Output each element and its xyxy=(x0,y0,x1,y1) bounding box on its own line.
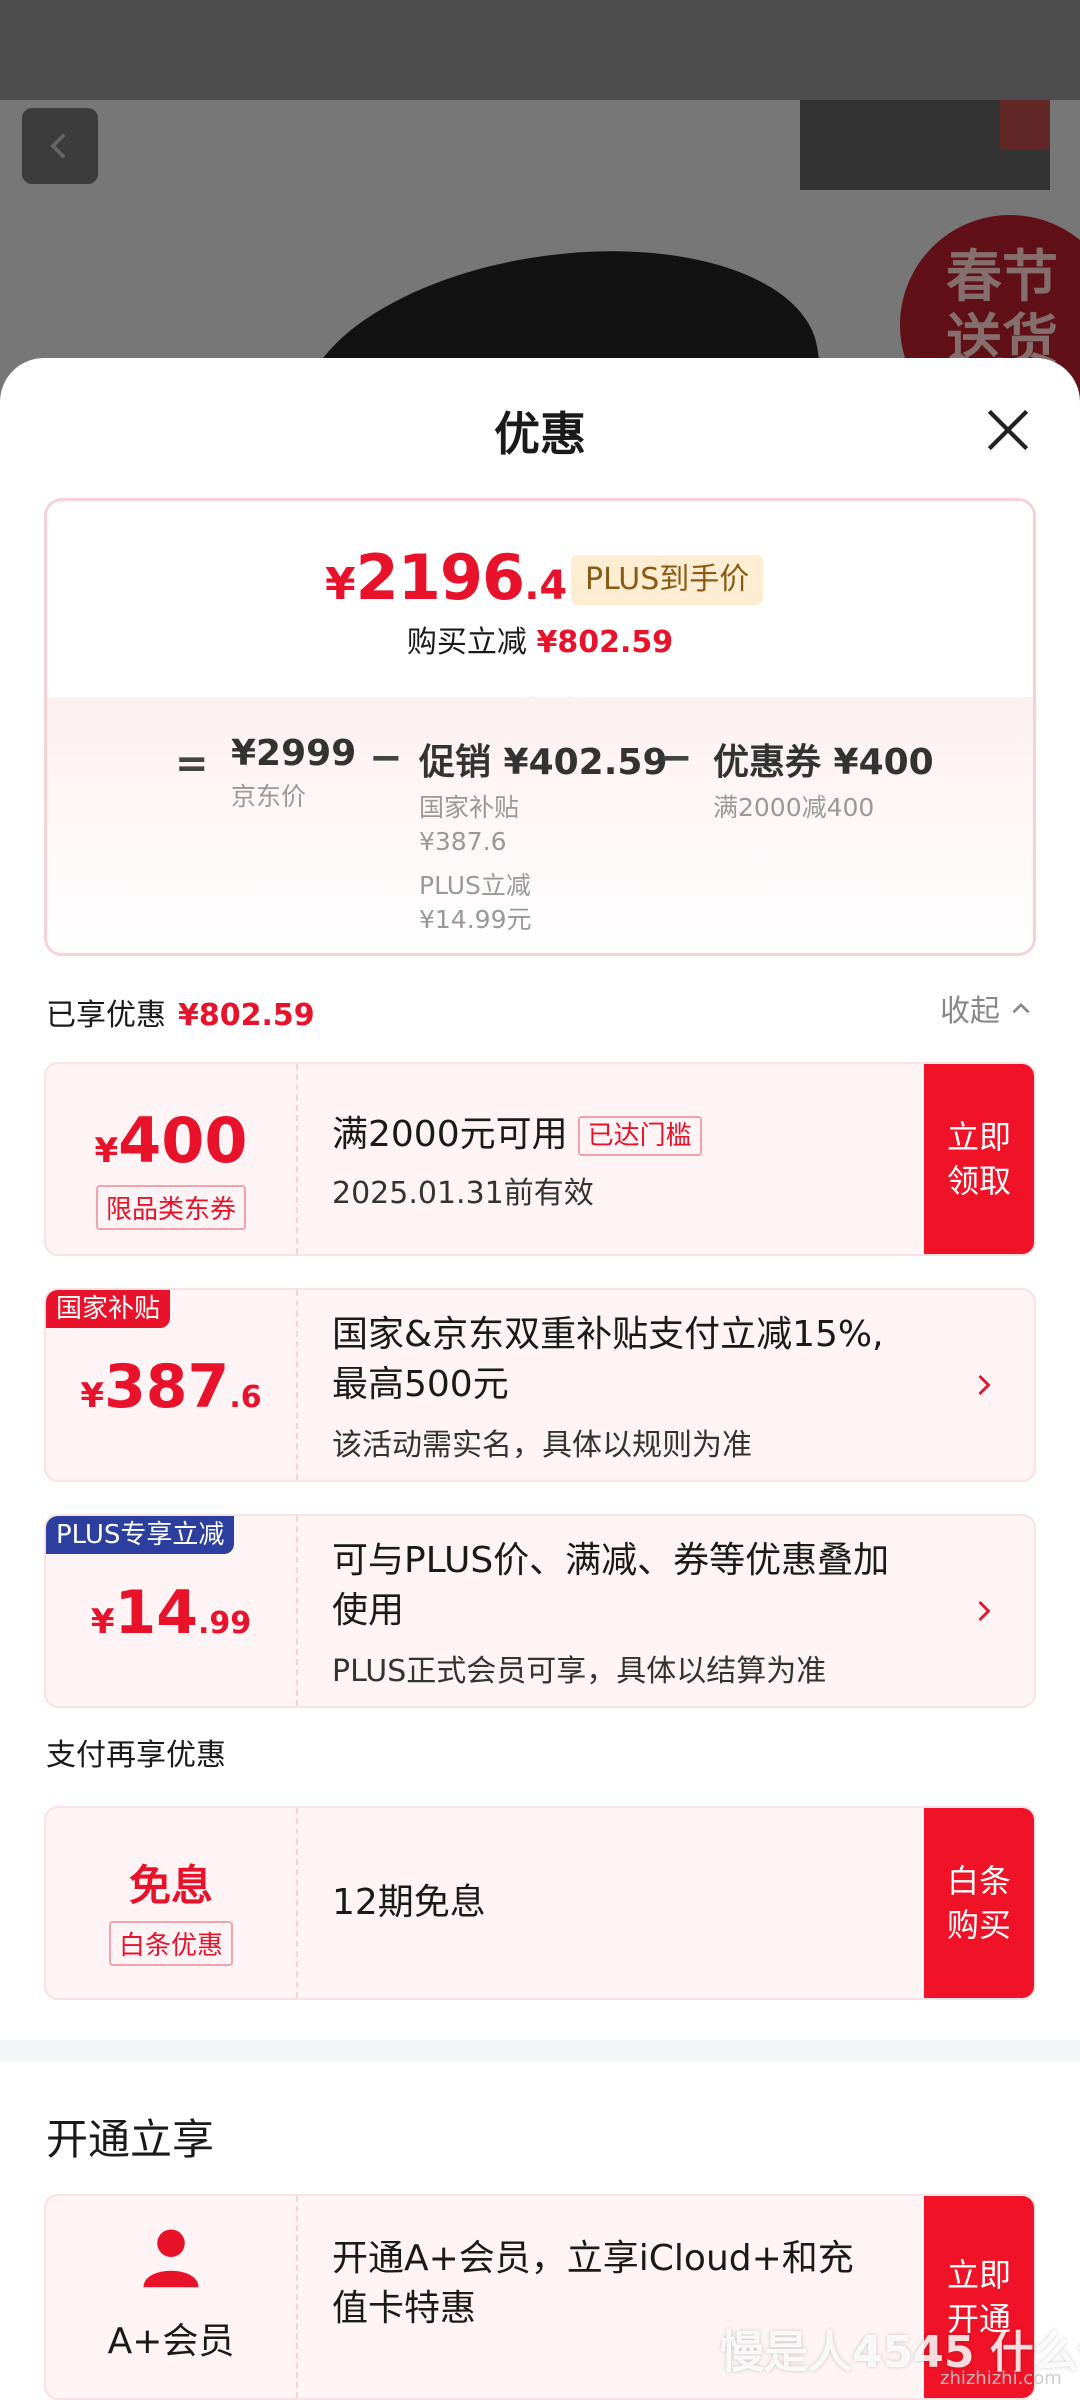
watermark-site: zhizhizhi.com xyxy=(940,2368,1062,2389)
collapse-button[interactable]: 收起 xyxy=(940,986,1034,1030)
plus-discount-label: PLUS立减 xyxy=(419,871,531,900)
subsidy-amount: ¥387.6 xyxy=(46,1352,296,1422)
promo-value: 促销 ¥402.59 xyxy=(419,742,668,783)
currency-symbol: ¥ xyxy=(325,559,356,610)
saving-value: ¥802.59 xyxy=(536,625,674,660)
plus-amount: ¥14.99 xyxy=(46,1578,296,1648)
jd-price-column: ¥2999 京东价 xyxy=(231,733,356,814)
subsidy-title-line2: 最高500元 xyxy=(332,1364,509,1405)
person-icon xyxy=(143,2229,199,2288)
coupon-left: ¥400 限品类东券 xyxy=(46,1064,296,1254)
minus-sign: − xyxy=(659,735,693,781)
coupon-label: 满2000减400 xyxy=(713,793,875,822)
subsidy-title-line1: 国家&京东双重补贴支付立减15%, xyxy=(332,1314,884,1355)
saving-label: 购买立减 xyxy=(406,625,527,660)
baitiao-card: 免息 白条优惠 12期免息 白条 购买 xyxy=(44,1806,1036,2000)
price-integer: 2196 xyxy=(355,541,526,614)
coupon-column: 优惠券 ¥400 满2000减400 xyxy=(713,733,934,825)
subsidy-label: 国家补贴 xyxy=(419,793,520,822)
coupon-expiry: 2025.01.31前有效 xyxy=(332,1176,594,1211)
subsidy-note: 该活动需实名，具体以规则为准 xyxy=(332,1428,752,1463)
coupon-value: 优惠券 ¥400 xyxy=(713,742,934,783)
currency-symbol: ¥ xyxy=(94,1131,119,1171)
plus-discount-value: ¥14.99元 xyxy=(419,905,532,934)
chevron-right-icon xyxy=(978,1601,991,1621)
final-price: ¥2196.41 xyxy=(325,541,595,614)
baitiao-tag: 白条优惠 xyxy=(108,1921,233,1966)
chevron-up-icon xyxy=(1012,1002,1030,1014)
equals-sign: = xyxy=(175,741,209,787)
coupon-type-tag: 限品类东券 xyxy=(95,1185,246,1230)
amount-decimal: .6 xyxy=(229,1380,262,1415)
amount-decimal: .99 xyxy=(198,1606,252,1641)
plus-title-line2: 使用 xyxy=(332,1590,405,1631)
summary-header: ¥2196.41 PLUS到手价 购买立减 ¥802.59 xyxy=(47,501,1033,697)
plus-title: 可与PLUS价、满减、券等优惠叠加 使用 xyxy=(332,1536,889,1636)
coupon-card: ¥400 限品类东券 满2000元可用 已达门槛 2025.01.31前有效 立即… xyxy=(44,1062,1036,1256)
plus-title-line1: 可与PLUS价、满减、券等优惠叠加 xyxy=(332,1540,890,1581)
promo-sub: 国家补贴 ¥387.6 PLUS立减 ¥14.99元 xyxy=(419,791,668,937)
claim-button[interactable]: 立即 领取 xyxy=(924,1064,1034,1254)
plus-left: ¥14.99 xyxy=(46,1516,296,1706)
divider xyxy=(296,1290,298,1480)
subsidy-value: ¥387.6 xyxy=(419,827,507,856)
divider xyxy=(296,1064,298,1254)
divider xyxy=(296,1516,298,1706)
plus-price-tag: PLUS到手价 xyxy=(571,555,764,605)
collapse-label: 收起 xyxy=(940,994,1000,1029)
open-section-title: 开通立享 xyxy=(46,2115,215,2164)
enjoyed-label: 已享优惠 xyxy=(46,998,166,1033)
plus-note: PLUS正式会员可享，具体以结算为准 xyxy=(332,1654,827,1689)
jd-price-label: 京东价 xyxy=(231,782,307,811)
minus-sign: − xyxy=(369,735,403,781)
close-button[interactable] xyxy=(980,402,1036,458)
pay-section-title: 支付再享优惠 xyxy=(46,1738,226,1773)
enjoyed-discount: 已享优惠 ¥802.59 xyxy=(46,990,315,1034)
discount-sheet: 优惠 ¥2196.41 PLUS到手价 购买立减 ¥802.59 = ¥2999… xyxy=(0,358,1080,2400)
saving-line: 购买立减 ¥802.59 xyxy=(47,617,1033,661)
section-separator xyxy=(0,2040,1080,2062)
member-left: A+会员 xyxy=(46,2224,296,2364)
interest-free-label: 免息 xyxy=(128,1861,213,1910)
promo-column: 促销 ¥402.59 国家补贴 ¥387.6 PLUS立减 ¥14.99元 xyxy=(419,733,668,937)
amount-value: 400 xyxy=(118,1104,248,1177)
amount-value: 14 xyxy=(114,1578,199,1648)
subsidy-left: ¥387.6 xyxy=(46,1290,296,1480)
jd-price-value: ¥2999 xyxy=(231,733,357,774)
baitiao-buy-button[interactable]: 白条 购买 xyxy=(924,1808,1034,1998)
coupon-amount: ¥400 xyxy=(46,1104,296,1177)
threshold-reached-badge: 已达门槛 xyxy=(577,1116,702,1156)
currency-symbol: ¥ xyxy=(90,1602,115,1642)
coupon-title: 满2000元可用 已达门槛 xyxy=(332,1110,702,1160)
chevron-right-icon xyxy=(978,1375,991,1395)
member-label: A+会员 xyxy=(107,2321,235,2362)
coupon-condition: 满2000元可用 xyxy=(332,1114,568,1155)
member-title-line1: 开通A+会员，立享iCloud+和充 xyxy=(332,2238,854,2279)
price-summary-card: ¥2196.41 PLUS到手价 购买立减 ¥802.59 = ¥2999 京东… xyxy=(44,498,1036,956)
divider xyxy=(296,1808,298,1998)
sheet-title: 优惠 xyxy=(494,407,586,461)
plus-discount-card[interactable]: PLUS专享立减 ¥14.99 可与PLUS价、满减、券等优惠叠加 使用 PLU… xyxy=(44,1514,1036,1708)
divider xyxy=(296,2196,298,2398)
close-icon xyxy=(987,409,1029,451)
subsidy-title: 国家&京东双重补贴支付立减15%, 最高500元 xyxy=(332,1310,884,1410)
amount-value: 387 xyxy=(104,1352,230,1422)
installment-title: 12期免息 xyxy=(332,1882,486,1923)
currency-symbol: ¥ xyxy=(80,1376,105,1416)
baitiao-left: 免息 白条优惠 xyxy=(46,1808,296,1998)
enjoyed-value: ¥802.59 xyxy=(178,998,315,1033)
subsidy-card[interactable]: 国家补贴 ¥387.6 国家&京东双重补贴支付立减15%, 最高500元 该活动… xyxy=(44,1288,1036,1482)
